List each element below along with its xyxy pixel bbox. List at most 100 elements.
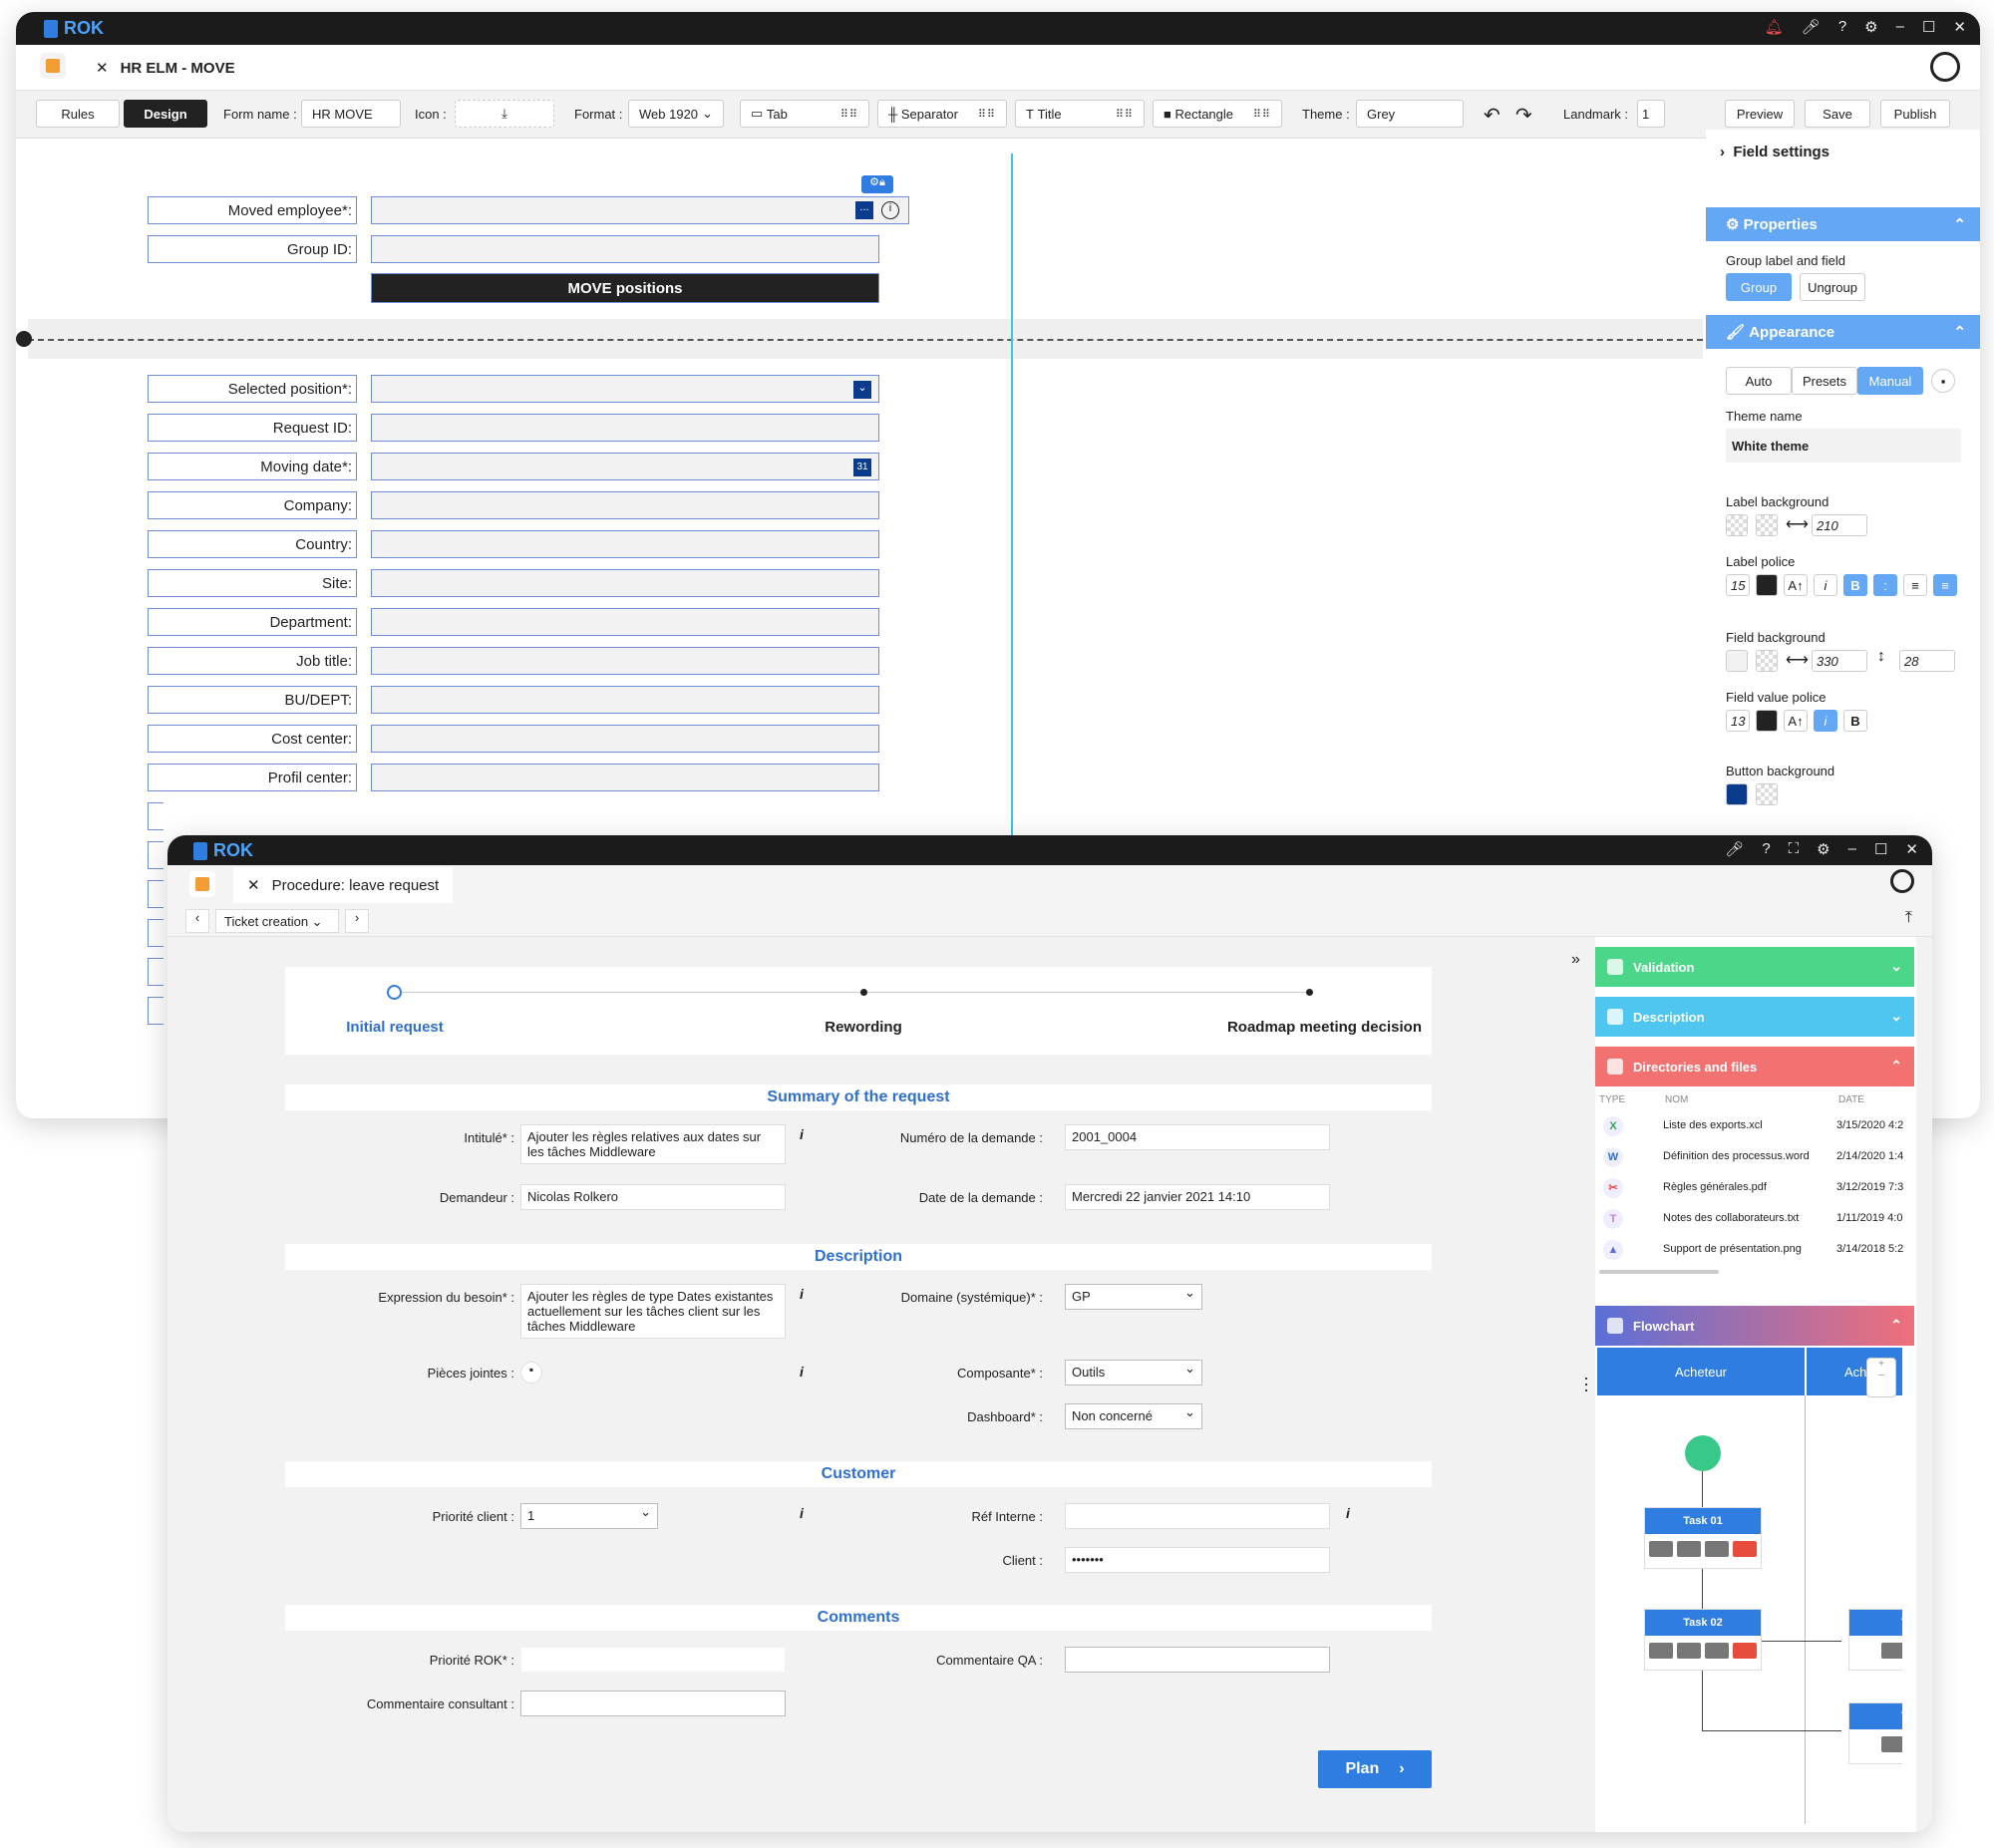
ticket-nav-select[interactable]: Ticket creation ⌄ (215, 909, 339, 933)
col-date[interactable]: DATE (1838, 1094, 1864, 1105)
field-color-swatch[interactable] (1756, 710, 1778, 732)
user-avatar-icon[interactable] (1930, 52, 1960, 82)
demandeur-field[interactable]: Nicolas Rolkero (520, 1184, 786, 1210)
field-height-input[interactable]: 28 (1899, 650, 1955, 672)
separator-tool[interactable]: ╫ Separator ⠿⠿ (877, 100, 1007, 128)
zoom-control-icon[interactable]: + – (1866, 1358, 1896, 1397)
form-field-label[interactable]: Department: (148, 608, 357, 636)
minimize-icon[interactable]: – (1896, 18, 1904, 36)
section-separator[interactable] (28, 339, 1703, 341)
file-name[interactable]: Règles générales.pdf (1663, 1181, 1834, 1193)
step-dot-icon[interactable] (860, 989, 867, 996)
preview-button[interactable]: Preview (1725, 100, 1795, 128)
domaine-select[interactable]: GP (1065, 1284, 1202, 1310)
validation-accordion[interactable]: Validation ⌄ (1595, 947, 1914, 987)
flowchart-canvas[interactable]: Acheteur Ach Task 01 Task 02 Ta Ta +– (1597, 1348, 1902, 1824)
form-field-label[interactable]: Request ID: (148, 414, 357, 442)
info-icon[interactable]: i (881, 201, 899, 219)
collapse-panel-icon[interactable]: » (1571, 951, 1580, 969)
drag-handle-icon[interactable]: ⋯ (1575, 1376, 1597, 1393)
task-node[interactable]: Task 02 (1644, 1609, 1762, 1671)
form-field-label[interactable]: Company: (148, 491, 357, 519)
flowchart-accordion[interactable]: Flowchart ⌃ (1595, 1306, 1914, 1346)
close-icon[interactable]: ✕ (1905, 840, 1918, 858)
fullscreen-icon[interactable]: ⛶ (1789, 840, 1800, 858)
format-select[interactable]: Web 1920 ⌄ (628, 100, 724, 128)
form-field-label[interactable]: Site: (148, 569, 357, 597)
form-field-label[interactable]: Cost center: (148, 725, 357, 753)
italic-button[interactable]: i (1814, 710, 1837, 732)
horizontal-scrollbar[interactable] (1599, 1270, 1719, 1274)
help-icon[interactable]: ? (1762, 840, 1770, 858)
font-size-icon[interactable]: A↑ (1784, 574, 1808, 596)
next-icon[interactable]: › (345, 909, 369, 933)
file-name[interactable]: Support de présentation.png (1663, 1243, 1834, 1255)
icon-upload[interactable]: ⤓ (455, 100, 554, 128)
title-tool[interactable]: T Title ⠿⠿ (1015, 100, 1145, 128)
priorite-select[interactable]: 1 (520, 1503, 658, 1529)
step-rewording[interactable]: Rewording (794, 1019, 933, 1036)
form-field-input[interactable] (371, 569, 879, 597)
form-field-input[interactable] (371, 414, 879, 442)
date-field[interactable]: Mercredi 22 janvier 2021 14:10 (1065, 1184, 1330, 1210)
app-tile[interactable] (189, 871, 215, 897)
help-icon[interactable]: ? (1838, 18, 1846, 36)
client-field[interactable]: ••••••• (1065, 1547, 1330, 1573)
maximize-icon[interactable]: ☐ (1922, 18, 1935, 36)
description-accordion[interactable]: Description ⌄ (1595, 997, 1914, 1037)
field-width-input[interactable]: 330 (1812, 650, 1867, 672)
field-size-input[interactable]: 13 (1726, 710, 1750, 732)
form-field-label[interactable]: Selected position*: (148, 375, 357, 403)
qa-field[interactable] (1065, 1647, 1330, 1673)
label-bg-transparent[interactable] (1756, 514, 1778, 536)
appearance-section[interactable]: 🖌︎ Appearance ⌃ (1706, 315, 1980, 349)
document-tab[interactable]: ✕ Procedure: leave request (233, 867, 454, 903)
files-accordion[interactable]: Directories and files ⌃ (1595, 1047, 1914, 1086)
info-icon[interactable]: i (800, 1286, 804, 1302)
info-icon[interactable]: i (1346, 1505, 1350, 1521)
col-nom[interactable]: NOM (1665, 1094, 1688, 1105)
theme-select[interactable]: Grey (1356, 100, 1464, 128)
info-icon[interactable]: i (800, 1364, 804, 1380)
task-node[interactable]: Task 01 (1644, 1507, 1762, 1569)
button-bg-swatch[interactable] (1726, 783, 1748, 805)
file-name[interactable]: Notes des collaborateurs.txt (1663, 1212, 1834, 1224)
form-field-input[interactable] (371, 764, 879, 791)
upload-icon[interactable]: ⤒ (1905, 909, 1912, 927)
italic-button[interactable]: i (1814, 574, 1837, 596)
separator-handle-icon[interactable] (16, 331, 32, 347)
attachment-icon[interactable]: ▪ (520, 1362, 542, 1384)
mic-icon[interactable]: 🎤︎ (1725, 840, 1744, 858)
close-tab-icon[interactable]: ✕ (247, 876, 260, 894)
bold-button[interactable]: B (1843, 574, 1867, 596)
design-button[interactable]: Design (124, 100, 207, 128)
form-field-label[interactable]: Job title: (148, 647, 357, 675)
form-field-input[interactable] (371, 530, 879, 558)
col-type[interactable]: TYPE (1599, 1094, 1625, 1105)
step-initial-request[interactable]: Initial request (325, 1019, 465, 1036)
rectangle-tool[interactable]: ■ Rectangle ⠿⠿ (1153, 100, 1282, 128)
dashboard-select[interactable]: Non concerné (1065, 1403, 1202, 1429)
form-field-input[interactable] (371, 608, 879, 636)
intitule-field[interactable]: Ajouter les règles relatives aux dates s… (520, 1124, 786, 1164)
move-positions-button[interactable]: MOVE positions (371, 273, 879, 303)
maximize-icon[interactable]: ☐ (1874, 840, 1887, 858)
landmark-stepper[interactable]: 1 (1637, 100, 1665, 128)
field-tools-icon[interactable]: ⚙🔒︎ (861, 175, 893, 193)
chevron-right-icon[interactable]: › (1720, 144, 1733, 160)
drag-grip-icon[interactable]: ⠿⠿ (978, 108, 996, 121)
file-name[interactable]: Liste des exports.xcl (1663, 1119, 1834, 1131)
font-size-icon[interactable]: A↑ (1784, 710, 1808, 732)
form-name-input[interactable]: HR MOVE (301, 100, 401, 128)
info-icon[interactable]: i (800, 1126, 804, 1142)
label-color-swatch[interactable] (1756, 574, 1778, 596)
field-bg-swatch[interactable] (1726, 650, 1748, 672)
user-avatar-icon[interactable] (1890, 869, 1914, 893)
prev-icon[interactable]: ‹ (185, 909, 209, 933)
rules-button[interactable]: Rules (36, 100, 120, 128)
task-node[interactable]: Ta (1848, 1609, 1902, 1671)
mic-icon[interactable]: 🎤︎ (1802, 18, 1821, 36)
plan-button[interactable]: Plan › (1318, 1750, 1432, 1788)
chevron-up-icon[interactable]: ⌃ (1953, 323, 1966, 341)
step-current-icon[interactable] (387, 985, 402, 1000)
